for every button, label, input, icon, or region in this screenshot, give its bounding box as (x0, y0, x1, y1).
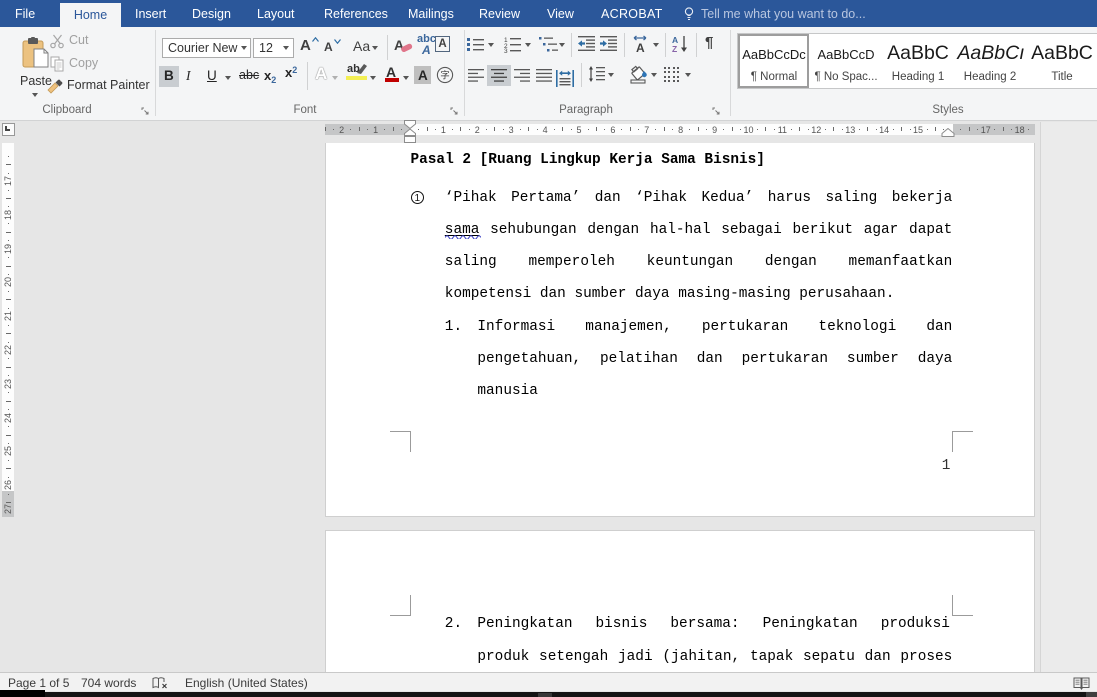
svg-text:A: A (636, 41, 645, 53)
svg-text:字: 字 (440, 69, 450, 81)
svg-text:Z: Z (672, 44, 677, 53)
svg-text:3: 3 (504, 48, 508, 53)
